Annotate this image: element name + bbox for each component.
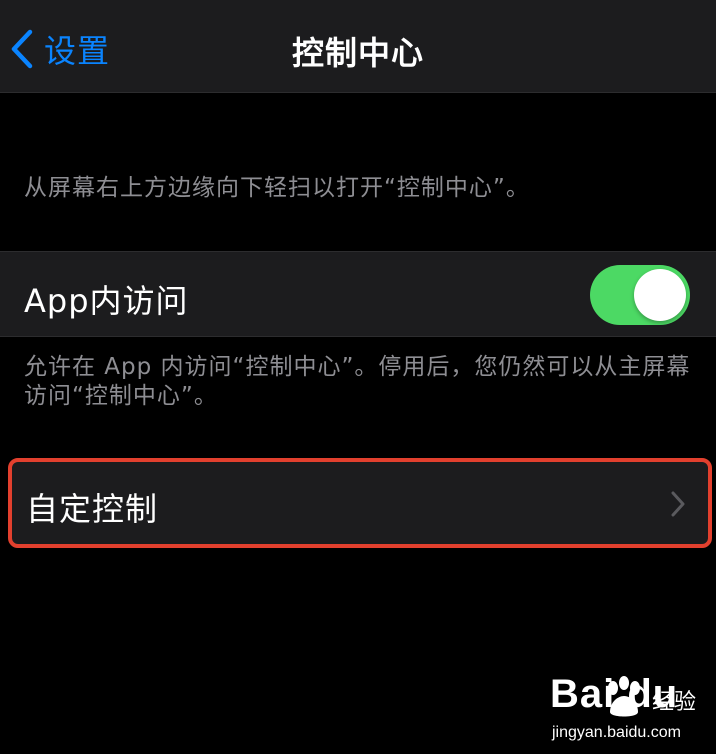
app-access-toggle[interactable] [590, 265, 690, 325]
chevron-right-icon [671, 491, 685, 517]
swipe-hint-text: 从屏幕右上方边缘向下轻扫以打开“控制中心”。 [24, 175, 530, 201]
watermark-jingyan-text: 经验 [652, 690, 697, 715]
customize-controls-label: 自定控制 [26, 490, 159, 528]
paw-icon [608, 676, 640, 717]
navigation-bar: 设置 控制中心 [0, 0, 716, 93]
toggle-knob [634, 269, 686, 321]
watermark-url-text: jingyan.baidu.com [552, 724, 681, 741]
app-access-label: App内访问 [24, 282, 189, 320]
customize-controls-row[interactable]: 自定控制 [8, 458, 712, 548]
baidu-jingyan-watermark: Bai du 经验 jingyan.baidu.com [548, 672, 708, 750]
app-access-hint-text: 允许在 App 内访问“控制中心”。停用后，您仍然可以从主屏幕访问“控制中心”。 [24, 354, 691, 409]
page-title: 控制中心 [291, 34, 424, 72]
